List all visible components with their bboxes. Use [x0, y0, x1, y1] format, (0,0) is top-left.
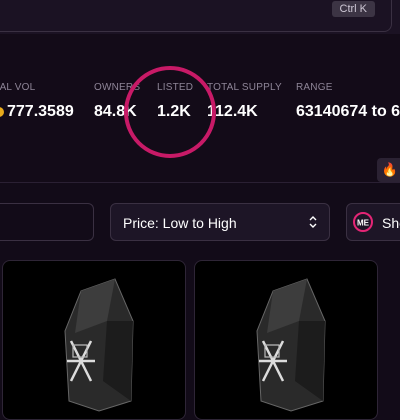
items-search-input[interactable]	[0, 203, 94, 241]
stat-value: 777.3589	[7, 103, 74, 120]
stat-label: TOTAL SUPPLY	[207, 82, 282, 93]
sol-coin-icon	[0, 107, 4, 117]
nft-crystal-image	[64, 278, 134, 412]
sort-select[interactable]: Price: Low to High	[110, 203, 330, 241]
nft-card[interactable]	[2, 260, 186, 420]
nft-card[interactable]	[194, 260, 378, 420]
stat-total-supply: TOTAL SUPPLY 112.4K	[207, 82, 282, 121]
global-search-box[interactable]: Ctrl K	[0, 0, 392, 32]
search-shortcut-hint: Ctrl K	[331, 1, 375, 17]
magic-eden-logo-icon: ME	[353, 212, 373, 232]
stat-label: RANGE	[296, 82, 333, 93]
svg-text:ME: ME	[357, 219, 370, 228]
sort-select-value: Price: Low to High	[123, 215, 237, 231]
show-button[interactable]: ME Sho	[346, 203, 400, 241]
top-bar: Ctrl K	[0, 0, 400, 35]
listed-highlight-ring	[124, 66, 216, 158]
stat-range: RANGE 63140674 to 6	[296, 82, 400, 121]
show-button-label: Sho	[382, 215, 400, 231]
fire-icon[interactable]: 🔥	[377, 158, 400, 182]
filter-row: Price: Low to High ME Sho	[0, 183, 400, 260]
chevron-up-down-icon	[309, 216, 317, 228]
nft-crystal-image	[256, 278, 326, 412]
stat-value: 63140674 to 6	[296, 103, 400, 120]
stat-value: 112.4K	[207, 103, 258, 120]
stat-total-volume: TAL VOL 777.3589	[0, 82, 74, 121]
stat-label: TAL VOL	[0, 82, 36, 93]
